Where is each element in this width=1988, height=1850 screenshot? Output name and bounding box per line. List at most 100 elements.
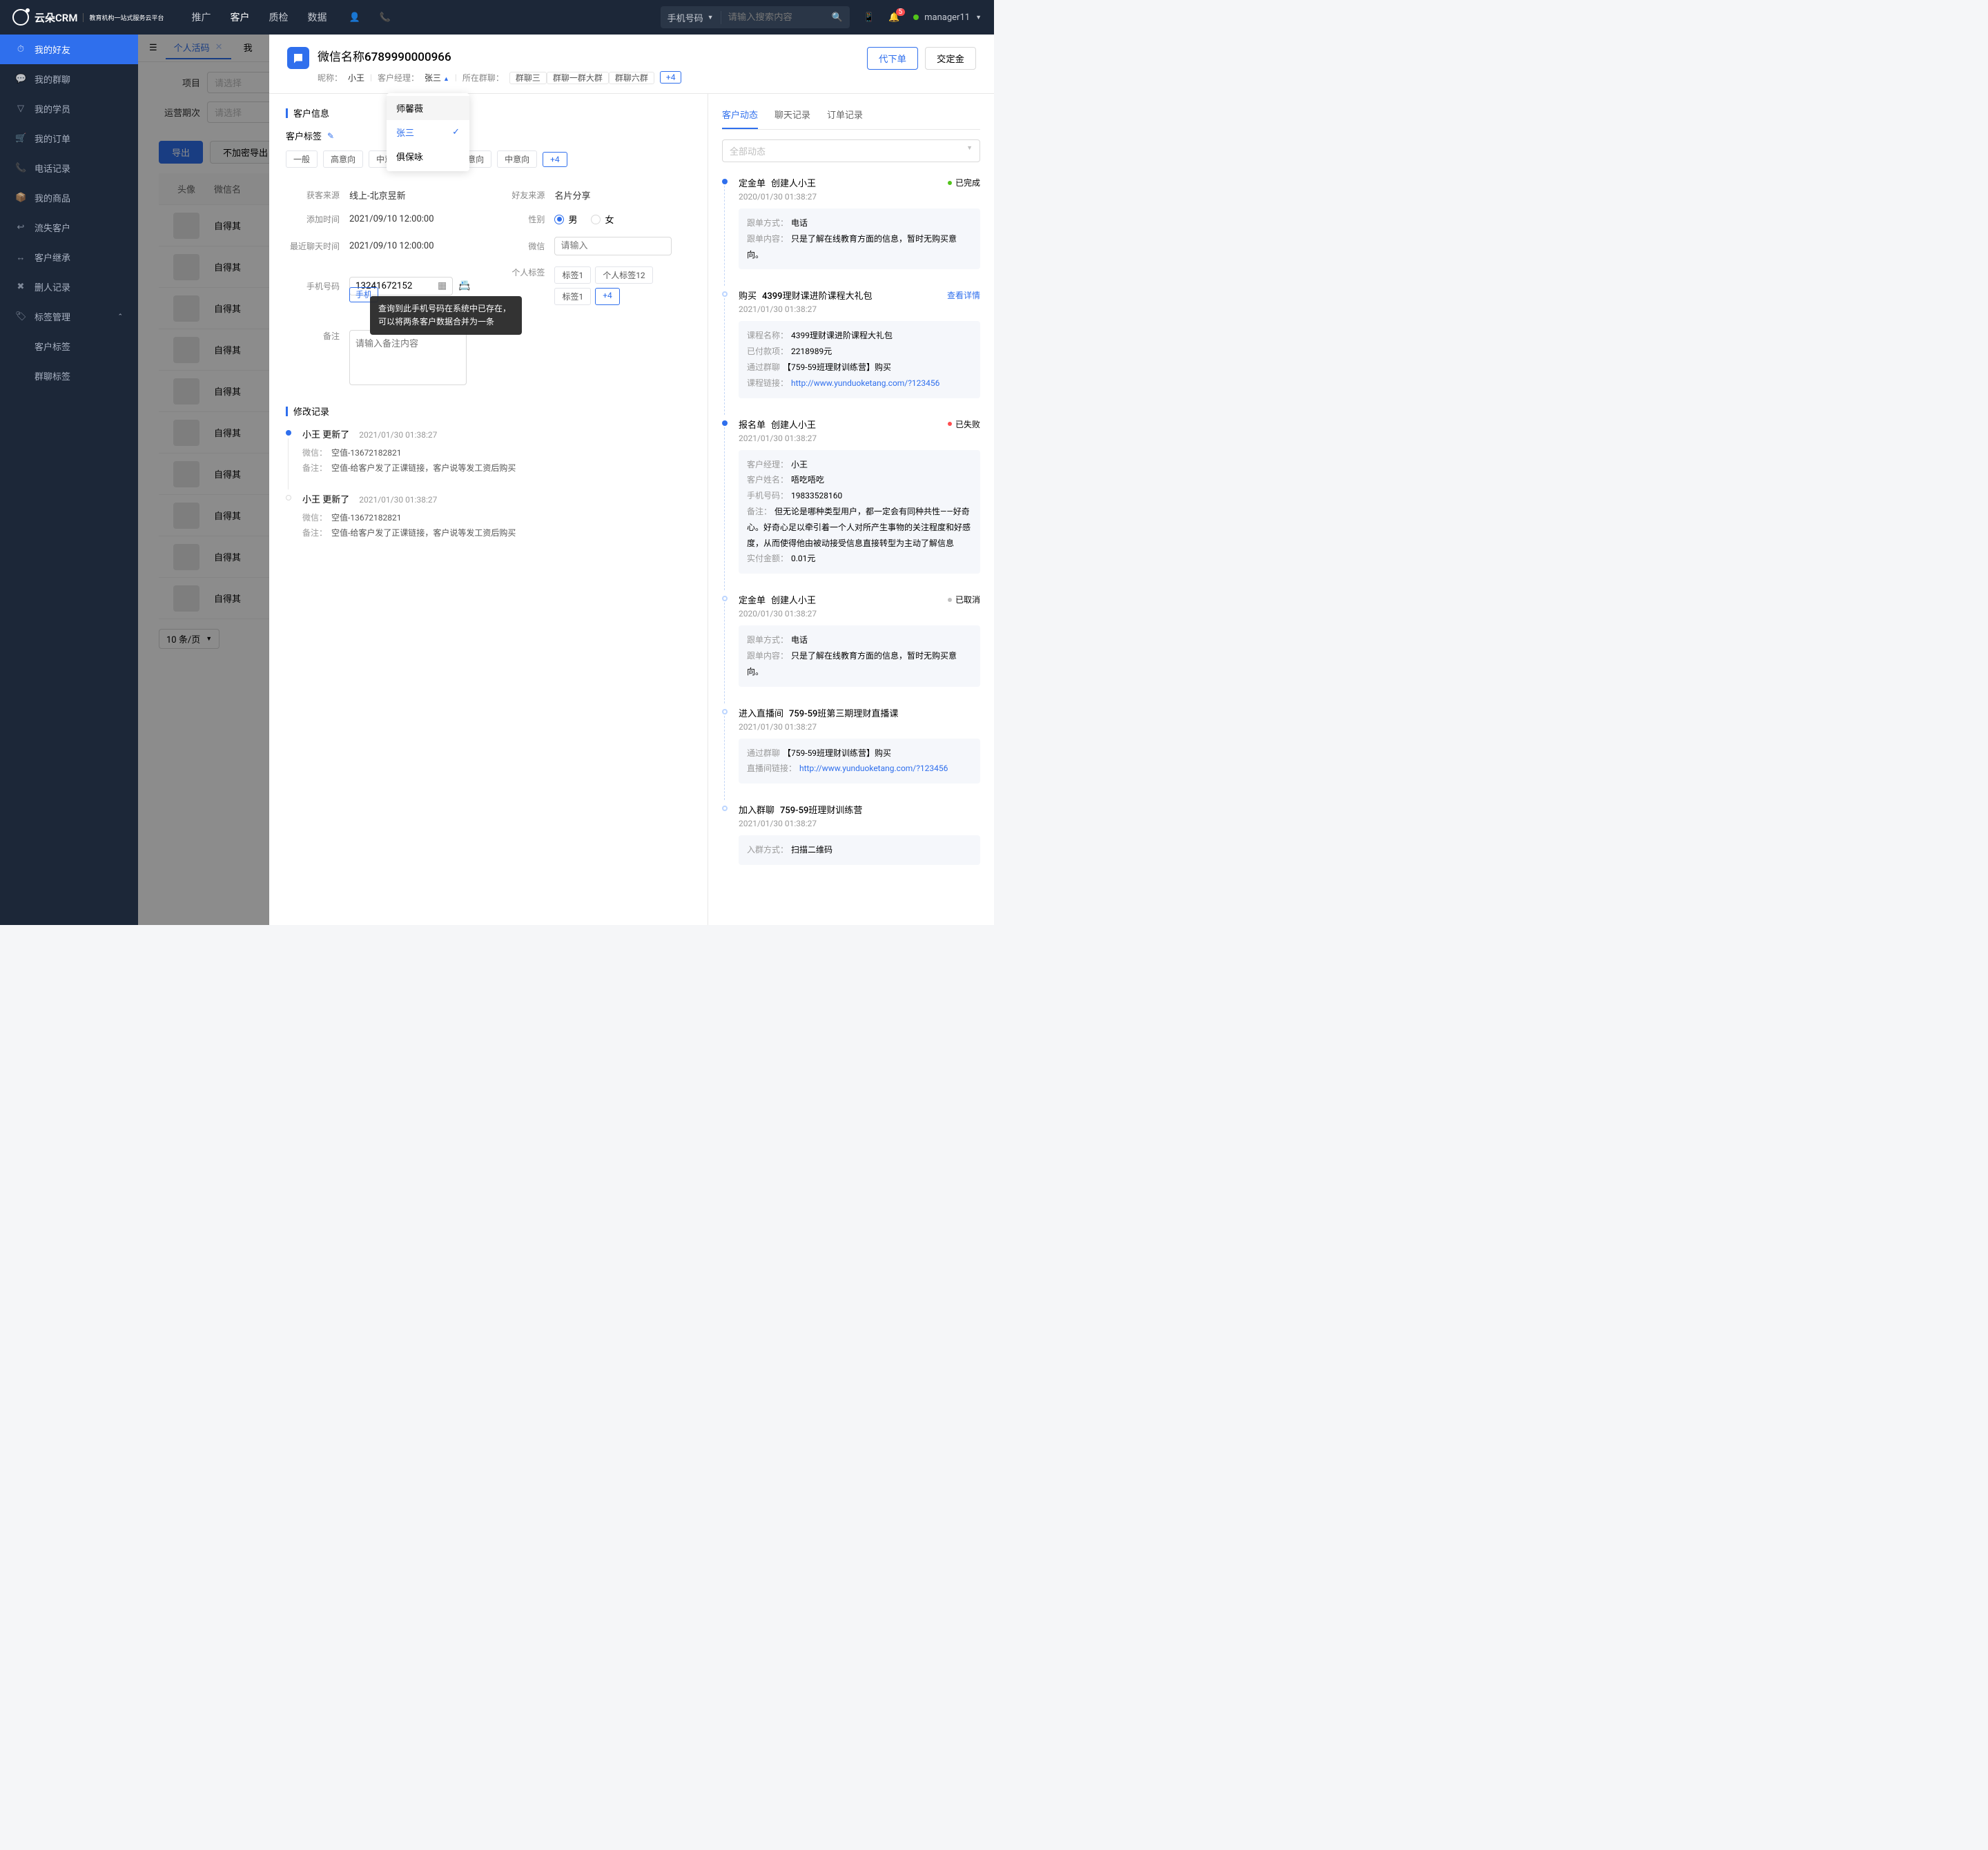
search-combo: 手机号码 ▼ 🔍: [661, 6, 850, 28]
logo-icon: [12, 9, 29, 26]
phone-icon[interactable]: 📞: [380, 12, 391, 23]
user-name: manager11: [924, 12, 970, 23]
customer-avatar-icon: [287, 47, 309, 69]
sidebar-icon: 📞: [15, 163, 26, 173]
activity-item: 定金单创建人小王已完成2020/01/30 01:38:27跟单方式：电话跟单内…: [722, 176, 980, 269]
logo-text: 云朵CRM: [35, 10, 77, 25]
sidebar-subitem[interactable]: 群聊标签: [0, 361, 138, 391]
drawer-header: 微信名称6789990000966 昵称： 小王 | 客户经理： 张三 ▲ | …: [269, 35, 994, 94]
right-tabs: 客户动态 聊天记录 订单记录: [722, 105, 980, 130]
activity-item: 加入群聊759-59班理财训练营2021/01/30 01:38:27入群方式：…: [722, 803, 980, 865]
chevron-down-icon: ▼: [708, 14, 714, 21]
personal-tag[interactable]: 个人标签12: [595, 266, 653, 284]
group-chip[interactable]: 群聊一群大群: [547, 72, 609, 84]
top-nav: 推广 客户 质检 数据: [191, 10, 327, 24]
deposit-button[interactable]: 交定金: [925, 47, 976, 70]
bell-icon[interactable]: 🔔: [888, 12, 899, 23]
nav-promo[interactable]: 推广: [191, 10, 211, 24]
tab-chat[interactable]: 聊天记录: [774, 105, 810, 129]
nav-qc[interactable]: 质检: [269, 10, 288, 24]
phone-tooltip: 查询到此手机号码在系统中已存在，可以将两条客户数据合并为一条: [370, 296, 522, 335]
personal-tag[interactable]: 标签1: [554, 266, 591, 284]
activity-item: 定金单创建人小王已取消2020/01/30 01:38:27跟单方式：电话跟单内…: [722, 593, 980, 686]
group-chip[interactable]: 群聊六群: [609, 72, 654, 84]
tags-label: 客户标签: [286, 129, 322, 142]
sec-customer-info: 客户信息: [293, 106, 329, 119]
sidebar-item[interactable]: 📞电话记录: [0, 153, 138, 183]
group-chip[interactable]: 群聊三: [509, 72, 547, 84]
topbar: 云朵CRM 教育机构一站式服务云平台 推广 客户 质检 数据 👤 📞 手机号码 …: [0, 0, 994, 35]
gender-radio[interactable]: 男 女: [554, 213, 614, 226]
customer-title: 微信名称6789990000966: [318, 47, 867, 64]
activity-item: 进入直播间759-59班第三期理财直播课2021/01/30 01:38:27通…: [722, 706, 980, 784]
sidebar-item[interactable]: ▽我的学员: [0, 94, 138, 124]
online-dot: [913, 14, 919, 20]
user-menu[interactable]: manager11 ▼: [913, 12, 982, 23]
activity-item: 购买4399理财课进阶课程大礼包查看详情2021/01/30 01:38:27课…: [722, 289, 980, 398]
edit-icon[interactable]: ✎: [327, 131, 334, 141]
wechat-input[interactable]: [554, 237, 672, 255]
qr-icon[interactable]: ▦: [438, 280, 447, 291]
search-type-label: 手机号码: [667, 11, 703, 24]
tag-more[interactable]: +4: [543, 152, 567, 167]
sidebar-item[interactable]: 💬我的群聊: [0, 64, 138, 94]
sidebar-icon: 📦: [15, 193, 26, 203]
customer-meta: 昵称： 小王 | 客户经理： 张三 ▲ | 所在群聊： 群聊三群聊一群大群群聊六…: [318, 71, 867, 84]
customer-tag[interactable]: 中意向: [497, 150, 537, 168]
chevron-up-icon: ⌃: [117, 313, 123, 320]
activity-item: 报名单创建人小王已失败2021/01/30 01:38:27客户经理：小王客户姓…: [722, 418, 980, 574]
activity-filter-select[interactable]: 全部动态▼: [722, 139, 980, 162]
sidebar: ⏱我的好友💬我的群聊▽我的学员🛒我的订单📞电话记录📦我的商品↩流失客户↔客户继承…: [0, 35, 138, 925]
sidebar-item[interactable]: 🏷标签管理⌃: [0, 302, 138, 331]
sidebar-item[interactable]: ↔客户继承: [0, 242, 138, 272]
person-icon[interactable]: 👤: [349, 12, 360, 23]
sidebar-icon: 🛒: [15, 133, 26, 144]
tag-more[interactable]: +4: [595, 288, 620, 305]
sidebar-item[interactable]: 🛒我的订单: [0, 124, 138, 153]
nav-customer[interactable]: 客户: [230, 10, 249, 24]
search-type-select[interactable]: 手机号码 ▼: [661, 11, 721, 24]
chevron-down-icon: ▼: [975, 14, 982, 21]
sidebar-item[interactable]: ⏱我的好友: [0, 35, 138, 64]
search-icon[interactable]: 🔍: [825, 12, 850, 23]
nav-data[interactable]: 数据: [307, 10, 327, 24]
sidebar-icon: ↔: [15, 252, 26, 263]
top-right: 手机号码 ▼ 🔍 📱 🔔 manager11 ▼: [661, 6, 982, 28]
sidebar-item[interactable]: ↩流失客户: [0, 213, 138, 242]
note-textarea[interactable]: [349, 330, 467, 385]
tab-orders[interactable]: 订单记录: [827, 105, 863, 129]
drawer-left: 客户信息 客户标签 ✎ 一般高意向中意向一般高意向中意向+4 获客来源线上-北京…: [269, 94, 708, 925]
sidebar-item[interactable]: 📦我的商品: [0, 183, 138, 213]
sidebar-icon: 🏷: [15, 311, 26, 322]
tab-activity[interactable]: 客户动态: [722, 105, 758, 129]
customer-tag[interactable]: 一般: [286, 150, 318, 168]
sidebar-icon: ▽: [15, 104, 26, 114]
info-grid: 获客来源线上-北京昱新 好友来源名片分享 添加时间2021/09/10 12:0…: [286, 176, 691, 391]
logo[interactable]: 云朵CRM 教育机构一站式服务云平台: [12, 9, 164, 26]
dd-item[interactable]: 俱保咏: [387, 144, 469, 168]
customer-drawer: 微信名称6789990000966 昵称： 小王 | 客户经理： 张三 ▲ | …: [269, 35, 994, 925]
sidebar-icon: ↩: [15, 222, 26, 233]
sidebar-icon: ⏱: [15, 44, 26, 55]
personal-tag[interactable]: 标签1: [554, 288, 591, 305]
sec-history: 修改记录: [293, 405, 329, 418]
sidebar-icon: 💬: [15, 74, 26, 84]
sidebar-item[interactable]: ✖删人记录: [0, 272, 138, 302]
sidebar-subitem[interactable]: 客户标签: [0, 331, 138, 361]
sidebar-icon: ✖: [15, 282, 26, 292]
contact-icon[interactable]: 📇: [458, 280, 470, 291]
manager-dropdown: 师馨薇 张三✓ 俱保咏: [387, 93, 469, 171]
drawer-right: 客户动态 聊天记录 订单记录 全部动态▼ 定金单创建人小王已完成2020/01/…: [708, 94, 994, 925]
dd-item[interactable]: 师馨薇: [387, 96, 469, 120]
group-more[interactable]: +4: [660, 71, 682, 84]
search-input[interactable]: [721, 12, 825, 23]
dd-item[interactable]: 张三✓: [387, 120, 469, 144]
manager-select[interactable]: 张三 ▲: [425, 72, 449, 84]
logo-subtitle: 教育机构一站式服务云平台: [83, 13, 164, 22]
customer-tag[interactable]: 高意向: [323, 150, 363, 168]
proxy-order-button[interactable]: 代下单: [867, 47, 918, 70]
history-item: 小王 更新了2021/01/30 01:38:27微信：空值-136721828…: [286, 427, 691, 476]
history-item: 小王 更新了2021/01/30 01:38:27微信：空值-136721828…: [286, 492, 691, 541]
view-detail[interactable]: 查看详情: [947, 289, 980, 301]
device-icon[interactable]: 📱: [864, 12, 875, 23]
